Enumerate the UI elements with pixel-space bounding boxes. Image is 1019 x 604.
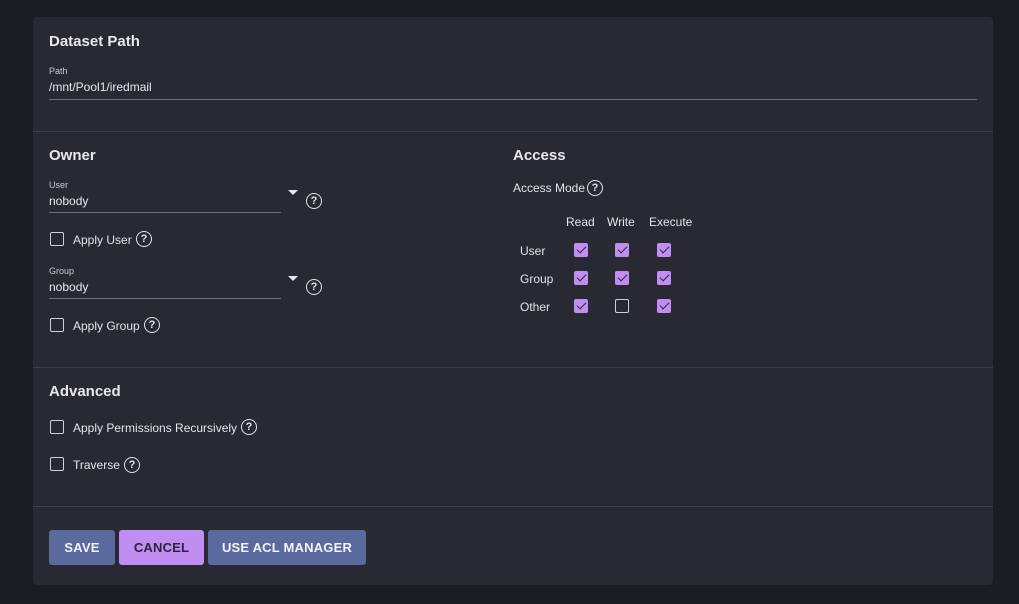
apply-group-label[interactable]: Apply Group	[73, 319, 140, 333]
access-row-group: Group	[520, 272, 554, 286]
access-user-write-checkbox[interactable]	[615, 243, 629, 257]
advanced-title: Advanced	[49, 383, 121, 400]
path-value: /mnt/Pool1/iredmail	[49, 80, 152, 94]
apply-user-help-icon[interactable]: ?	[136, 231, 152, 247]
section-divider	[33, 367, 993, 368]
access-user-read-checkbox[interactable]	[574, 243, 588, 257]
access-row-user: User	[520, 244, 546, 258]
apply-group-checkbox[interactable]	[50, 318, 64, 332]
path-label: Path	[49, 66, 68, 76]
apply-user-label[interactable]: Apply User	[73, 233, 132, 247]
user-underline	[49, 212, 281, 213]
save-button[interactable]: SAVE	[49, 530, 115, 565]
permissions-form-card: Dataset Path Path /mnt/Pool1/iredmail Ow…	[33, 17, 993, 585]
access-user-execute-checkbox[interactable]	[657, 243, 671, 257]
apply-recursively-help-icon[interactable]: ?	[241, 419, 257, 435]
access-mode-label: Access Mode	[513, 181, 586, 195]
traverse-label[interactable]: Traverse	[73, 458, 120, 472]
dataset-path-title: Dataset Path	[49, 33, 140, 50]
access-other-write-checkbox[interactable]	[615, 299, 629, 313]
user-label: User	[49, 180, 69, 190]
path-underline	[49, 99, 977, 100]
access-other-read-checkbox[interactable]	[574, 299, 588, 313]
access-group-read-checkbox[interactable]	[574, 271, 588, 285]
owner-title: Owner	[49, 147, 96, 164]
access-row-other: Other	[520, 300, 551, 314]
access-column-write: Write	[607, 215, 635, 229]
apply-recursively-checkbox[interactable]	[50, 420, 64, 434]
group-label: Group	[49, 266, 75, 276]
access-group-execute-checkbox[interactable]	[657, 271, 671, 285]
apply-user-checkbox[interactable]	[50, 232, 64, 246]
group-value[interactable]: nobody	[49, 280, 88, 294]
access-title: Access	[513, 147, 566, 164]
access-other-execute-checkbox[interactable]	[657, 299, 671, 313]
user-help-icon[interactable]: ?	[306, 193, 322, 209]
access-column-execute: Execute	[649, 215, 693, 229]
section-divider	[33, 506, 993, 507]
traverse-checkbox[interactable]	[50, 457, 64, 471]
section-divider	[33, 131, 993, 132]
access-column-read: Read	[566, 215, 595, 229]
group-help-icon[interactable]: ?	[306, 279, 322, 295]
group-underline	[49, 298, 281, 299]
apply-recursively-label[interactable]: Apply Permissions Recursively	[73, 421, 237, 435]
apply-group-help-icon[interactable]: ?	[144, 317, 160, 333]
traverse-help-icon[interactable]: ?	[124, 457, 140, 473]
user-value[interactable]: nobody	[49, 194, 88, 208]
access-mode-help-icon[interactable]: ?	[587, 180, 603, 196]
use-acl-manager-button[interactable]: USE ACL MANAGER	[208, 530, 366, 565]
user-dropdown-arrow-icon[interactable]	[288, 190, 298, 195]
group-dropdown-arrow-icon[interactable]	[288, 276, 298, 281]
access-group-write-checkbox[interactable]	[615, 271, 629, 285]
cancel-button[interactable]: CANCEL	[119, 530, 204, 565]
